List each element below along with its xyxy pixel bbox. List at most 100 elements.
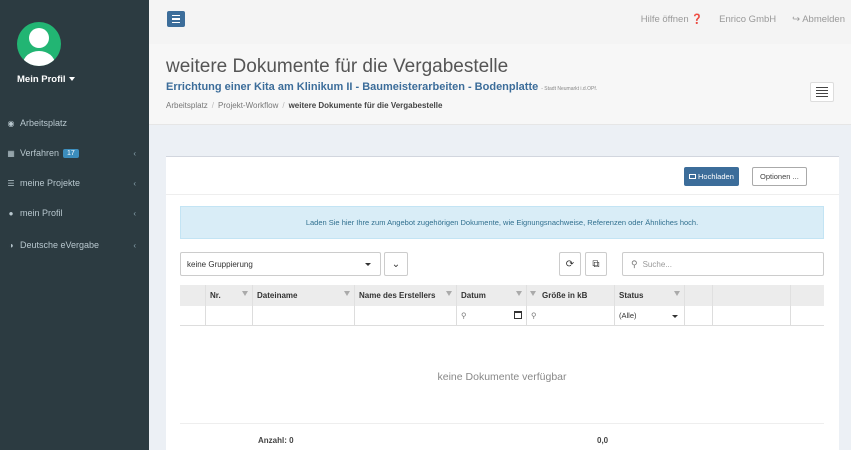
logout-link[interactable]: ↪ Abmelden [792, 14, 845, 25]
topbar: Hilfe öffnen ❓ Enrico GmbH ↪ Abmelden [149, 0, 851, 44]
filter-icon[interactable] [530, 291, 536, 296]
breadcrumb: Arbeitsplatz / Projekt-Workflow / weitere Do… [166, 101, 443, 110]
filter-icon[interactable] [242, 291, 248, 296]
column-spacer [180, 285, 206, 306]
grouping-select[interactable]: keine Gruppierung [180, 252, 381, 276]
documents-panel: Hochladen Optionen ... Laden Sie hier Ih… [166, 156, 839, 450]
filter-cell-groesse[interactable]: ⚲ [527, 306, 615, 325]
filter-icon[interactable] [516, 291, 522, 296]
size-sum: 0,0 [597, 436, 609, 445]
upload-button[interactable]: Hochladen [684, 167, 739, 186]
filter-icon[interactable] [446, 291, 452, 296]
row-count: Anzahl: 0 [258, 436, 294, 445]
documents-grid: Nr. Dateiname Name des Erstellers Datum … [180, 285, 824, 326]
content-header: weitere Dokumente für die Vergabestelle … [149, 44, 851, 125]
list-icon: ☰ [7, 178, 15, 188]
hamburger-icon-line [172, 21, 180, 24]
filter-cell [685, 306, 713, 325]
count-badge: 17 [63, 148, 79, 158]
filter-cell-nr[interactable] [206, 306, 253, 325]
grid-icon: ▦ [7, 148, 15, 158]
globe-icon: ◑ [8, 240, 14, 250]
calendar-icon[interactable] [514, 311, 522, 319]
column-label: Nr. [210, 291, 221, 300]
export-icon: ⧉ [592, 258, 600, 270]
breadcrumb-item-arbeitsplatz[interactable]: Arbeitsplatz [166, 101, 208, 110]
column-header-datum[interactable]: Datum [457, 285, 527, 306]
info-alert: Laden Sie hier Ihre zum Angebot zugehöri… [180, 206, 824, 239]
filter-cell [180, 306, 206, 325]
sidebar-item-arbeitsplatz[interactable]: ◉ Arbeitsplatz [0, 113, 149, 133]
sidebar-item-label: meine Projekte [20, 178, 81, 188]
column-header-nr[interactable]: Nr. [206, 285, 253, 306]
search-icon: ⚲ [461, 311, 467, 320]
avatar-body [23, 51, 55, 66]
project-authority: - Stadt Neumarkt i.d.OPf. [541, 86, 598, 92]
refresh-button[interactable]: ⟳ [559, 252, 581, 276]
column-extra [685, 285, 713, 306]
project-subtitle: Errichtung einer Kita am Klinikum II - B… [166, 81, 597, 93]
indent-toggle-button[interactable] [810, 82, 834, 102]
grid-filter-row: ⚲ ⚲ (Alle) [180, 306, 824, 326]
sidebar-toggle-button[interactable] [167, 11, 185, 27]
avatar[interactable] [17, 22, 61, 66]
status-filter-select[interactable]: (Alle) [615, 306, 685, 325]
column-label: Status [619, 291, 644, 300]
column-label: Dateiname [257, 291, 298, 300]
column-extra [713, 285, 791, 306]
filter-cell-dateiname[interactable] [253, 306, 355, 325]
filter-icon[interactable] [674, 291, 680, 296]
export-button[interactable]: ⧉ [585, 252, 607, 276]
indent-icon-line [816, 92, 828, 95]
indent-icon-line [816, 95, 828, 98]
search-icon: ⚲ [631, 258, 638, 269]
breadcrumb-item-workflow[interactable]: Projekt-Workflow [218, 101, 278, 110]
help-icon: ❓ [691, 14, 704, 25]
panel-header: Hochladen Optionen ... [166, 157, 839, 195]
profile-menu[interactable]: Mein Profil [17, 74, 75, 85]
filter-cell-ersteller[interactable] [355, 306, 457, 325]
chevron-down-icon: ⌄ [391, 258, 401, 270]
grid-header-row: Nr. Dateiname Name des Erstellers Datum … [180, 285, 824, 306]
caret-down-icon [365, 263, 371, 266]
company-link[interactable]: Enrico GmbH [719, 14, 776, 25]
column-header-dateiname[interactable]: Dateiname [253, 285, 355, 306]
column-header-groesse[interactable]: Größe in kB [527, 285, 615, 306]
profile-label: Mein Profil [17, 74, 66, 85]
column-header-status[interactable]: Status [615, 285, 685, 306]
filter-cell-datum[interactable]: ⚲ [457, 306, 527, 325]
column-label: Name des Erstellers [359, 291, 436, 300]
hamburger-icon-line [172, 18, 180, 20]
refresh-icon: ⟳ [565, 258, 575, 270]
filter-cell [713, 306, 791, 325]
logout-icon: ↪ [792, 14, 801, 25]
logout-label: Abmelden [802, 14, 845, 25]
expand-button[interactable]: ⌄ [384, 252, 408, 276]
sidebar-item-meine-projekte[interactable]: ☰ meine Projekte ‹ [0, 173, 149, 193]
help-link[interactable]: Hilfe öffnen ❓ [641, 14, 703, 25]
sidebar: Mein Profil ◉ Arbeitsplatz ▦ Verfahren 1… [0, 0, 149, 450]
column-header-ersteller[interactable]: Name des Erstellers [355, 285, 457, 306]
column-label: Größe in kB [542, 291, 588, 300]
breadcrumb-item-current: weitere Dokumente für die Vergabestelle [288, 101, 443, 110]
sidebar-item-label: Arbeitsplatz [20, 118, 68, 128]
column-label: Datum [461, 291, 486, 300]
sidebar-item-deutsche-evergabe[interactable]: ◑ Deutsche eVergabe ‹ [0, 235, 149, 255]
search-input[interactable]: ⚲ Suche... [622, 252, 824, 276]
indent-icon-line [816, 89, 828, 92]
options-button[interactable]: Optionen ... [752, 167, 807, 186]
monitor-icon [689, 174, 696, 179]
filter-icon[interactable] [344, 291, 350, 296]
dashboard-icon: ◉ [7, 118, 15, 128]
hamburger-icon-line [172, 14, 180, 17]
search-placeholder: Suche... [642, 259, 672, 269]
upload-label: Hochladen [698, 172, 734, 181]
avatar-head [29, 28, 49, 48]
sidebar-item-verfahren[interactable]: ▦ Verfahren 17 ‹ [0, 143, 149, 163]
sidebar-item-mein-profil[interactable]: ● mein Profil ‹ [0, 203, 149, 223]
chevron-left-icon: ‹ [133, 240, 136, 250]
chevron-left-icon: ‹ [133, 208, 136, 218]
sidebar-item-label: Deutsche eVergabe [20, 240, 100, 250]
user-icon: ● [8, 208, 14, 218]
grid-footer: Anzahl: 0 0,0 [180, 423, 824, 450]
